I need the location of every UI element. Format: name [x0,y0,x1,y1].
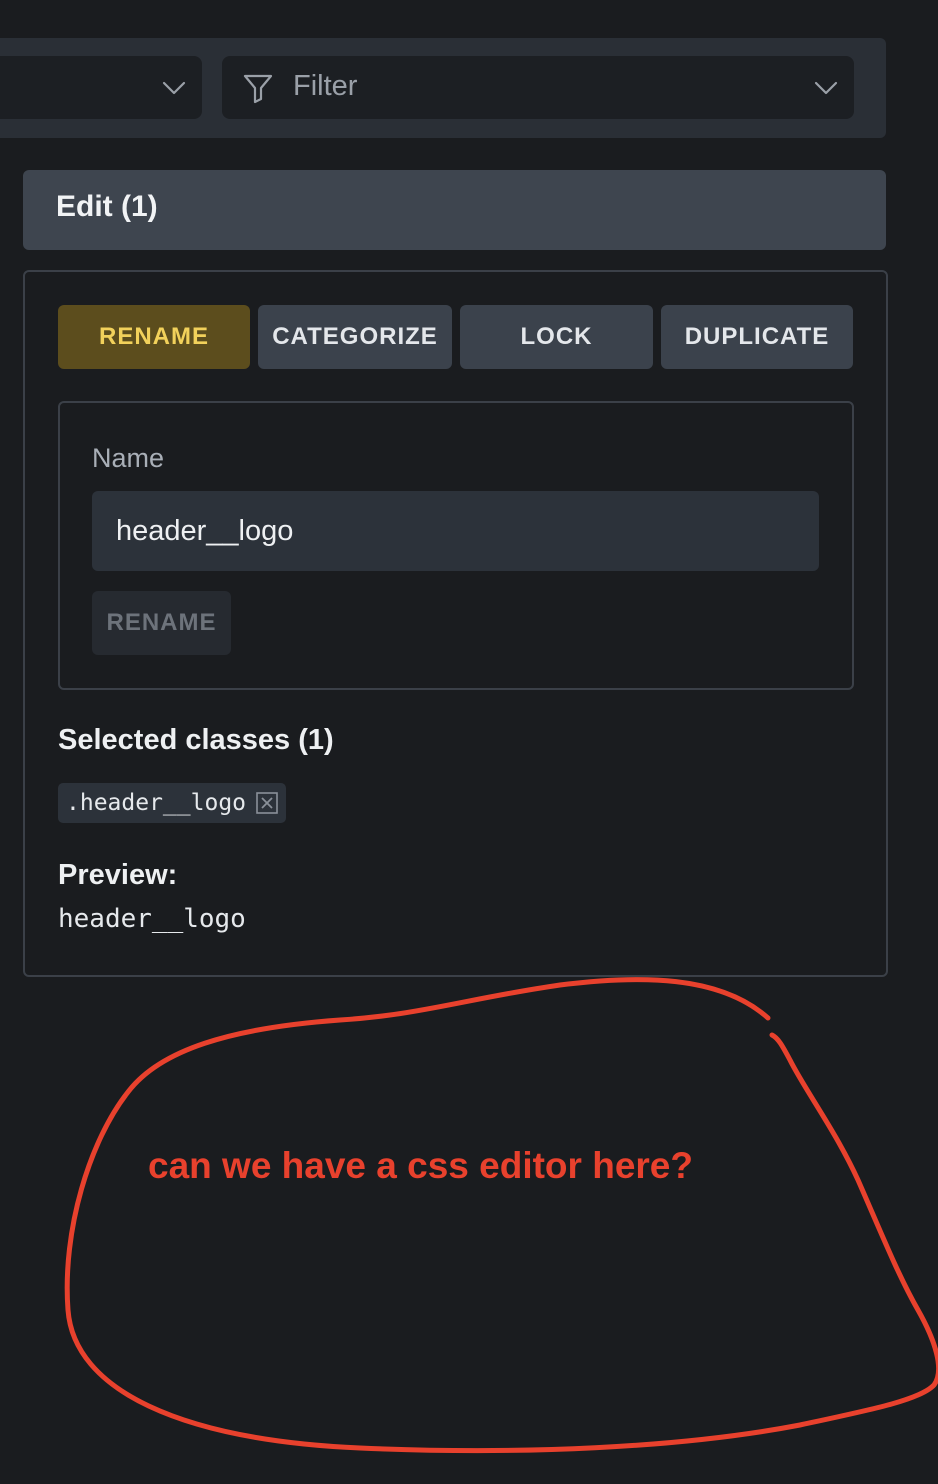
preview-value: header__logo [58,904,246,934]
edit-panel: RENAME CATEGORIZE LOCK DUPLICATE Name he… [23,270,888,977]
preview-heading: Preview: [58,859,178,891]
name-field-label: Name [92,443,165,473]
edit-section-header[interactable]: Edit (1) [23,170,886,250]
duplicate-tab-button[interactable]: DUPLICATE [661,305,853,369]
category-select[interactable] [0,56,202,119]
rename-form: Name header__logo RENAME [58,401,854,690]
rename-submit-button[interactable]: RENAME [92,591,231,655]
filter-icon [243,74,273,104]
edit-section-title: Edit (1) [56,190,158,223]
chevron-down-icon [814,81,838,95]
filter-select[interactable]: Filter [222,56,854,119]
filter-toolbar: Filter [0,38,886,138]
chevron-down-icon [162,81,186,95]
name-input[interactable]: header__logo [92,491,819,571]
rename-tab-button[interactable]: RENAME [58,305,250,369]
selected-class-chip: .header__logo [58,783,287,823]
annotation-comment: can we have a css editor here? [148,1145,693,1186]
page: Filter Edit (1) RENAME CATEGORIZE LOCK D… [0,0,938,1484]
selected-classes-heading: Selected classes (1) [58,724,334,756]
lock-tab-button[interactable]: LOCK [460,305,653,369]
categorize-tab-button[interactable]: CATEGORIZE [258,305,452,369]
selected-class-label: .header__logo [66,790,247,816]
filter-placeholder: Filter [293,70,358,102]
remove-icon[interactable] [256,792,278,814]
